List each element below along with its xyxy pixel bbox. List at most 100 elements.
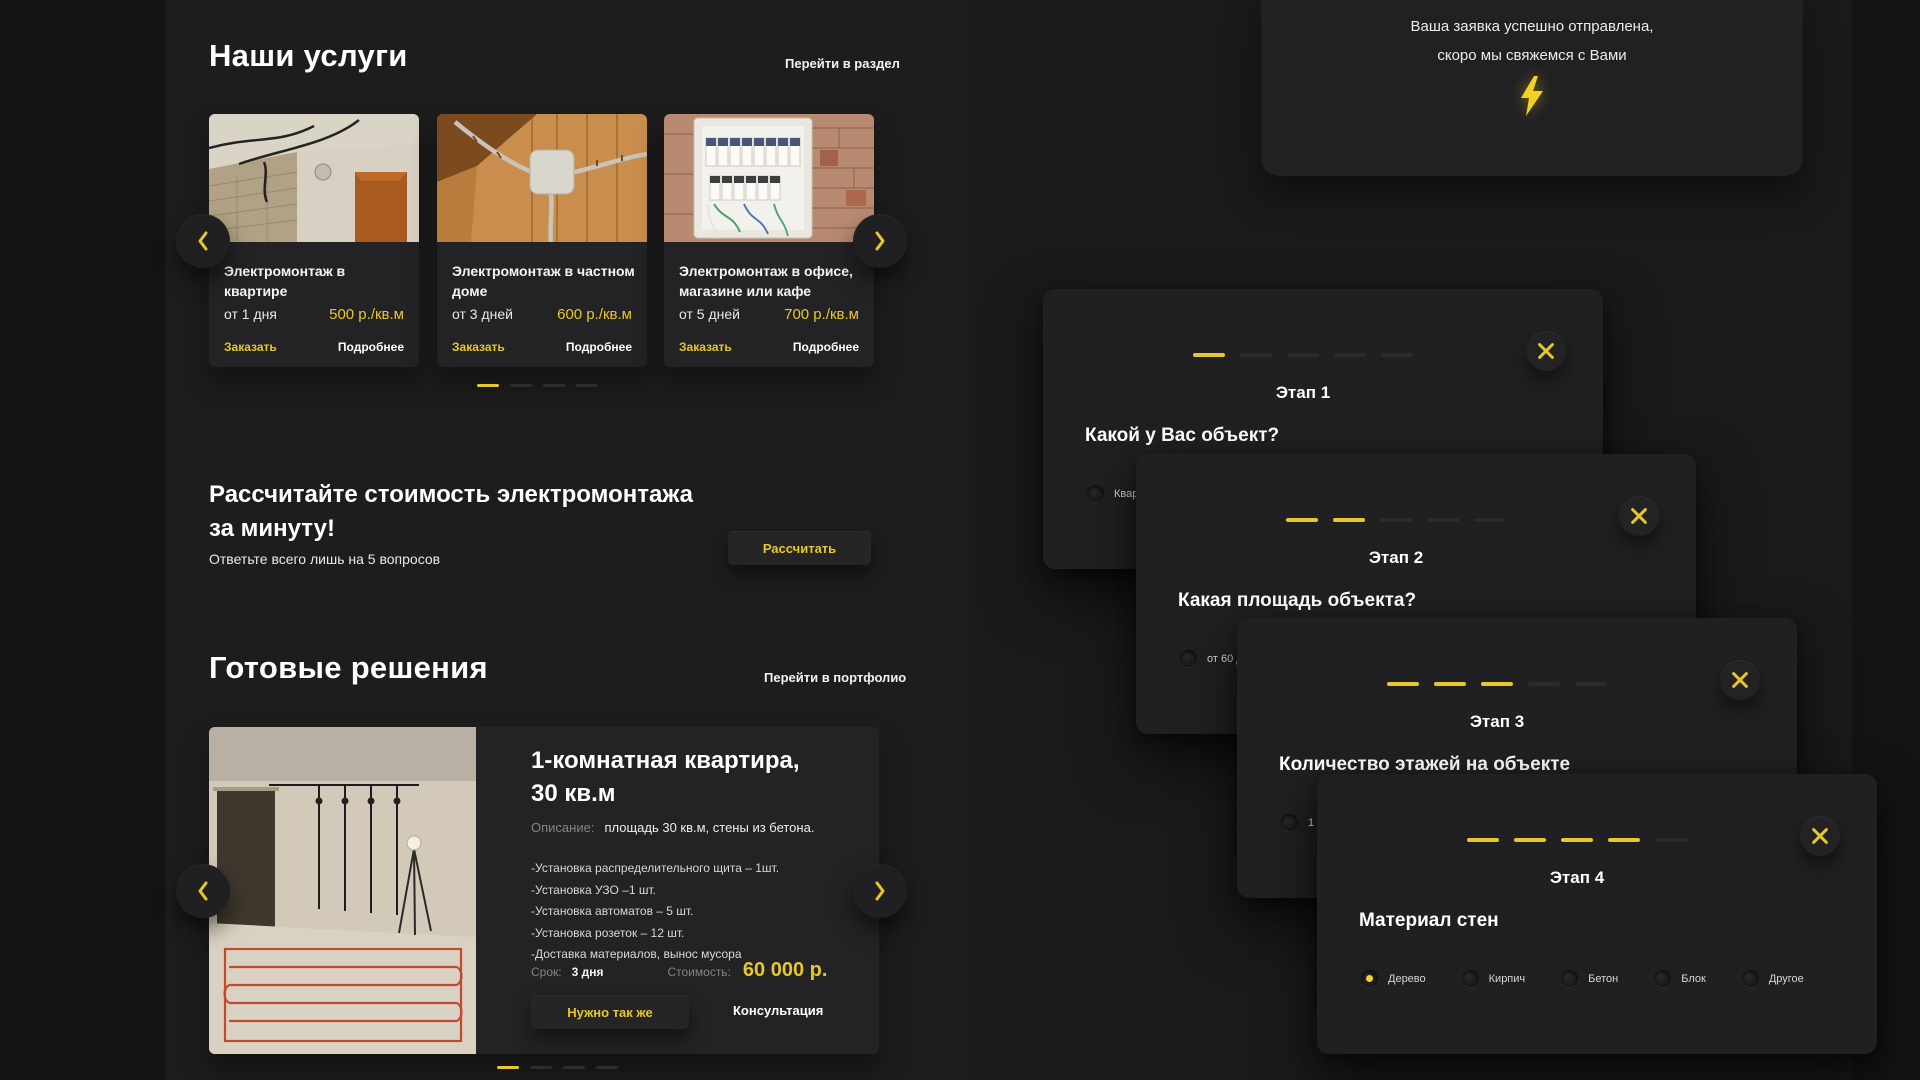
close-icon <box>1729 669 1751 691</box>
progress-dashes <box>1387 682 1607 686</box>
radio-option[interactable]: Бетон <box>1561 970 1618 987</box>
radio-option[interactable]: Дерево <box>1361 970 1426 987</box>
pagination-dash[interactable] <box>596 1066 618 1069</box>
service-photo-wooden-house <box>437 114 647 242</box>
list-item: -Установка автоматов – 5 шт. <box>531 901 779 923</box>
calculator-title: Рассчитайте стоимость электромонтажа за … <box>209 478 693 546</box>
radio-icon[interactable] <box>1180 650 1197 667</box>
services-carousel-pagination <box>477 384 598 387</box>
close-button[interactable] <box>1526 331 1566 371</box>
notification-line1: Ваша заявка успешно отправлена, <box>1261 18 1803 35</box>
chevron-right-icon <box>872 879 888 903</box>
radio-icon[interactable] <box>1462 970 1479 987</box>
progress-dashes <box>1467 838 1687 842</box>
portfolio-carousel-pagination <box>497 1066 618 1069</box>
description-value: площадь 30 кв.м, стены из бетона. <box>604 820 814 835</box>
pagination-dash[interactable] <box>530 1066 552 1069</box>
radio-option[interactable]: Блок <box>1654 970 1706 987</box>
radio-icon[interactable] <box>1087 485 1104 502</box>
service-card-title: Электромонтаж в квартире <box>224 262 407 302</box>
step-question: Материал стен <box>1359 910 1499 932</box>
radio-icon[interactable] <box>1654 970 1671 987</box>
radio-icon[interactable] <box>1561 970 1578 987</box>
pagination-dash[interactable] <box>510 384 532 387</box>
radio-label: 1 <box>1308 817 1314 829</box>
consultation-button[interactable]: Консультация <box>733 1003 823 1018</box>
pagination-dash[interactable] <box>497 1066 519 1069</box>
order-button[interactable]: Заказать <box>224 340 277 354</box>
calculator-title-line1: Рассчитайте стоимость электромонтажа <box>209 478 693 512</box>
radio-label: Другое <box>1769 973 1804 985</box>
service-card[interactable]: Электромонтаж в офисе, магазине или кафе… <box>664 114 874 367</box>
service-price: 600 р./кв.м <box>557 306 632 323</box>
service-duration: от 5 дней <box>679 306 740 322</box>
radio-icon[interactable] <box>1361 970 1378 987</box>
order-button[interactable]: Заказать <box>679 340 732 354</box>
radio-option[interactable]: Кирпич <box>1462 970 1526 987</box>
more-button[interactable]: Подробнее <box>793 340 859 354</box>
close-button[interactable] <box>1619 496 1659 536</box>
term-label: Срок: <box>531 965 562 979</box>
radio-label: Кирпич <box>1489 973 1526 985</box>
service-photo-electrical-panel <box>664 114 874 242</box>
list-item: -Установка УЗО –1 шт. <box>531 880 779 902</box>
service-photo-apartment <box>209 114 419 242</box>
step-question: Количество этажей на объекте <box>1279 754 1570 776</box>
term-value: 3 дня <box>572 965 604 979</box>
chevron-left-icon <box>195 879 211 903</box>
notification-line2: скоро мы свяжемся с Вами <box>1261 47 1803 64</box>
portfolio-card: 1-комнатная квартира, 30 кв.м Описание:п… <box>209 727 879 1054</box>
close-button[interactable] <box>1800 816 1840 856</box>
service-duration: от 3 дней <box>452 306 513 322</box>
lightning-bolt-icon <box>1519 76 1545 121</box>
step-title: Этап 3 <box>1470 712 1524 732</box>
pagination-dash[interactable] <box>543 384 565 387</box>
calculator-title-line2: за минуту! <box>209 512 693 546</box>
service-card[interactable]: Электромонтаж в квартире от 1 дня 500 р.… <box>209 114 419 367</box>
cost-value: 60 000 р. <box>743 959 828 982</box>
services-section-link[interactable]: Перейти в раздел <box>785 56 900 71</box>
service-price: 500 р./кв.м <box>329 306 404 323</box>
service-card-title: Электромонтаж в частном доме <box>452 262 635 302</box>
portfolio-section-link[interactable]: Перейти в портфолио <box>764 670 906 685</box>
radio-icon[interactable] <box>1742 970 1759 987</box>
pagination-dash[interactable] <box>576 384 598 387</box>
quiz-modal-step-4: Этап 4 Материал стен Дерево Кирпич Бетон… <box>1317 774 1877 1054</box>
radio-option[interactable]: 1 <box>1281 814 1314 831</box>
more-button[interactable]: Подробнее <box>566 340 632 354</box>
pagination-dash[interactable] <box>477 384 499 387</box>
step-title: Этап 1 <box>1276 383 1330 403</box>
close-icon <box>1809 825 1831 847</box>
service-price: 700 р./кв.м <box>784 306 859 323</box>
order-button[interactable]: Заказать <box>452 340 505 354</box>
chevron-left-icon <box>195 229 211 253</box>
radio-icon[interactable] <box>1281 814 1298 831</box>
portfolio-next-button[interactable] <box>853 864 907 918</box>
success-notification: Ваша заявка успешно отправлена, скоро мы… <box>1261 0 1803 176</box>
close-button[interactable] <box>1720 660 1760 700</box>
progress-dashes <box>1286 518 1506 522</box>
chevron-right-icon <box>872 229 888 253</box>
portfolio-card-title: 1-комнатная квартира, 30 кв.м <box>531 744 831 810</box>
list-item: -Установка розеток – 12 шт. <box>531 923 779 945</box>
portfolio-section-title: Готовые решения <box>209 650 488 686</box>
pagination-dash[interactable] <box>563 1066 585 1069</box>
calculator-subtitle: Ответьте всего лишь на 5 вопросов <box>209 551 440 567</box>
service-duration: от 1 дня <box>224 306 277 322</box>
carousel-prev-button[interactable] <box>176 214 230 268</box>
radio-label: Блок <box>1681 973 1706 985</box>
carousel-next-button[interactable] <box>853 214 907 268</box>
step-title: Этап 4 <box>1550 868 1604 888</box>
portfolio-prev-button[interactable] <box>176 864 230 918</box>
more-button[interactable]: Подробнее <box>338 340 404 354</box>
step-question: Какая площадь объекта? <box>1178 590 1416 612</box>
calculate-button[interactable]: Рассчитать <box>728 531 871 565</box>
cost-label: Стоимость: <box>667 965 730 979</box>
portfolio-photo-room <box>209 727 476 1054</box>
radio-option[interactable]: Другое <box>1742 970 1804 987</box>
need-same-button[interactable]: Нужно так же <box>531 995 689 1029</box>
service-card[interactable]: Электромонтаж в частном доме от 3 дней 6… <box>437 114 647 367</box>
portfolio-items-list: -Установка распределительного щита – 1шт… <box>531 858 779 966</box>
close-icon <box>1535 340 1557 362</box>
close-icon <box>1628 505 1650 527</box>
